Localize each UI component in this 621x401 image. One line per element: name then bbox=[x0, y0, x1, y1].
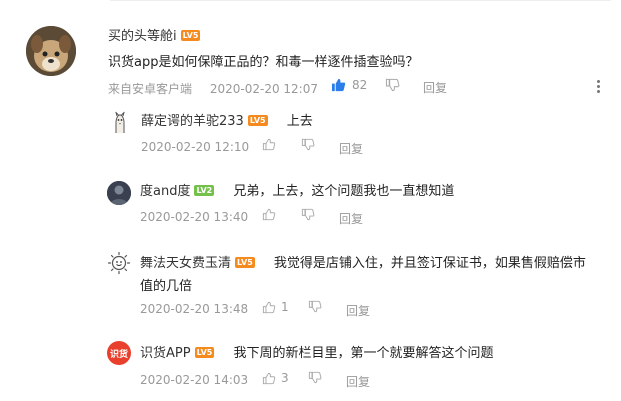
thumbs-down-icon bbox=[385, 78, 400, 92]
reply-button[interactable]: 回复 bbox=[346, 302, 370, 319]
person-avatar-icon bbox=[107, 181, 131, 205]
username[interactable]: 薛定谔的羊驼233 bbox=[141, 114, 244, 129]
username-row: 薛定谔的羊驼233 LV5 上去 bbox=[141, 112, 313, 130]
thumbs-up-icon bbox=[262, 301, 276, 313]
username-row: 舞法天女费玉清 LV5 我觉得是店铺入住，并且签订保证书，如果售假赔偿市 bbox=[140, 254, 610, 272]
reply-button[interactable]: 回复 bbox=[423, 79, 447, 96]
level-badge: LV5 bbox=[194, 347, 215, 358]
reply-item: 识货 识货APP LV5 我下周的新栏目里，第一个就要解答这个问题 2020-02… bbox=[0, 330, 621, 401]
dislike-button[interactable] bbox=[301, 208, 315, 221]
avatar[interactable] bbox=[107, 181, 131, 205]
brand-logo: 识货 bbox=[109, 349, 128, 360]
thumbs-down-icon bbox=[301, 208, 315, 221]
avatar[interactable] bbox=[108, 111, 132, 135]
more-options-icon[interactable] bbox=[592, 78, 604, 94]
thumbs-down-icon bbox=[301, 138, 315, 151]
comment-meta: 来自安卓客户端 2020-02-20 12:07 bbox=[108, 80, 318, 97]
level-badge: LV5 bbox=[247, 115, 268, 126]
username[interactable]: 度and度 bbox=[140, 184, 190, 199]
reply-text: 我下周的新栏目里，第一个就要解答这个问题 bbox=[233, 346, 494, 361]
reply-button[interactable]: 回复 bbox=[339, 140, 363, 157]
dislike-button[interactable] bbox=[385, 78, 400, 92]
username-row: 识货APP LV5 我下周的新栏目里，第一个就要解答这个问题 bbox=[140, 344, 493, 362]
thumbs-up-icon bbox=[262, 372, 276, 384]
source-label: 来自安卓客户端 bbox=[108, 82, 193, 96]
like-count: 82 bbox=[352, 78, 368, 92]
timestamp: 2020-02-20 12:10 bbox=[141, 140, 250, 154]
thumbs-up-icon bbox=[262, 138, 276, 151]
comment-text: 识货app是如何保障正品的？和毒一样逐件插查验吗？ bbox=[108, 55, 419, 70]
thumbs-down-icon bbox=[308, 371, 322, 384]
level-badge: LV5 bbox=[235, 257, 255, 268]
like-button[interactable]: 1 bbox=[262, 300, 289, 314]
like-button[interactable] bbox=[262, 208, 276, 221]
main-comment: 买的头等舱i LV5 识货app是如何保障正品的？和毒一样逐件插查验吗？ 来自安卓… bbox=[0, 0, 621, 100]
reply-text: 我觉得是店铺入住，并且签订保证书，如果售假赔偿市 bbox=[273, 256, 586, 271]
username[interactable]: 识货APP bbox=[140, 346, 191, 361]
username-row: 买的头等舱i LV5 bbox=[108, 27, 201, 45]
dog-avatar-icon bbox=[26, 26, 76, 76]
level-badge: LV2 bbox=[194, 185, 215, 196]
avatar[interactable] bbox=[26, 26, 76, 76]
reply-text: 兄弟，上去，这个问题我也一直想知道 bbox=[233, 184, 455, 199]
thumbs-up-icon bbox=[331, 78, 346, 92]
like-count: 1 bbox=[281, 300, 289, 314]
timestamp: 2020-02-20 13:48 bbox=[140, 302, 249, 316]
level-badge: LV5 bbox=[180, 30, 201, 41]
username-row: 度and度 LV2 兄弟，上去，这个问题我也一直想知道 bbox=[140, 182, 454, 200]
like-button[interactable] bbox=[262, 138, 276, 151]
timestamp: 2020-02-20 12:07 bbox=[209, 82, 318, 96]
reply-text-continued: 值的几倍 bbox=[140, 279, 193, 294]
reply-button[interactable]: 回复 bbox=[339, 210, 363, 227]
reply-item: 薛定谔的羊驼233 LV5 上去 2020-02-20 12:10 回复 bbox=[0, 100, 621, 165]
sun-smiley-avatar-icon bbox=[107, 251, 131, 275]
thumbs-up-icon bbox=[262, 208, 276, 221]
dislike-button[interactable] bbox=[308, 300, 322, 313]
username[interactable]: 买的头等舱i bbox=[108, 29, 177, 44]
reply-text: 上去 bbox=[286, 114, 313, 129]
avatar[interactable] bbox=[107, 251, 131, 275]
username[interactable]: 舞法天女费玉清 bbox=[140, 256, 231, 271]
like-count: 3 bbox=[281, 371, 289, 385]
dislike-button[interactable] bbox=[308, 371, 322, 384]
dislike-button[interactable] bbox=[301, 138, 315, 151]
avatar[interactable]: 识货 bbox=[107, 341, 131, 365]
thumbs-down-icon bbox=[308, 300, 322, 313]
reply-button[interactable]: 回复 bbox=[346, 373, 370, 390]
reply-item: 舞法天女费玉清 LV5 我觉得是店铺入住，并且签订保证书，如果售假赔偿市 值的几倍… bbox=[0, 240, 621, 325]
alpaca-avatar-icon bbox=[108, 111, 132, 135]
timestamp: 2020-02-20 14:03 bbox=[140, 373, 249, 387]
like-button[interactable]: 82 bbox=[331, 78, 367, 92]
timestamp: 2020-02-20 13:40 bbox=[140, 210, 249, 224]
reply-item: 度and度 LV2 兄弟，上去，这个问题我也一直想知道 2020-02-20 13… bbox=[0, 170, 621, 235]
like-button[interactable]: 3 bbox=[262, 371, 289, 385]
